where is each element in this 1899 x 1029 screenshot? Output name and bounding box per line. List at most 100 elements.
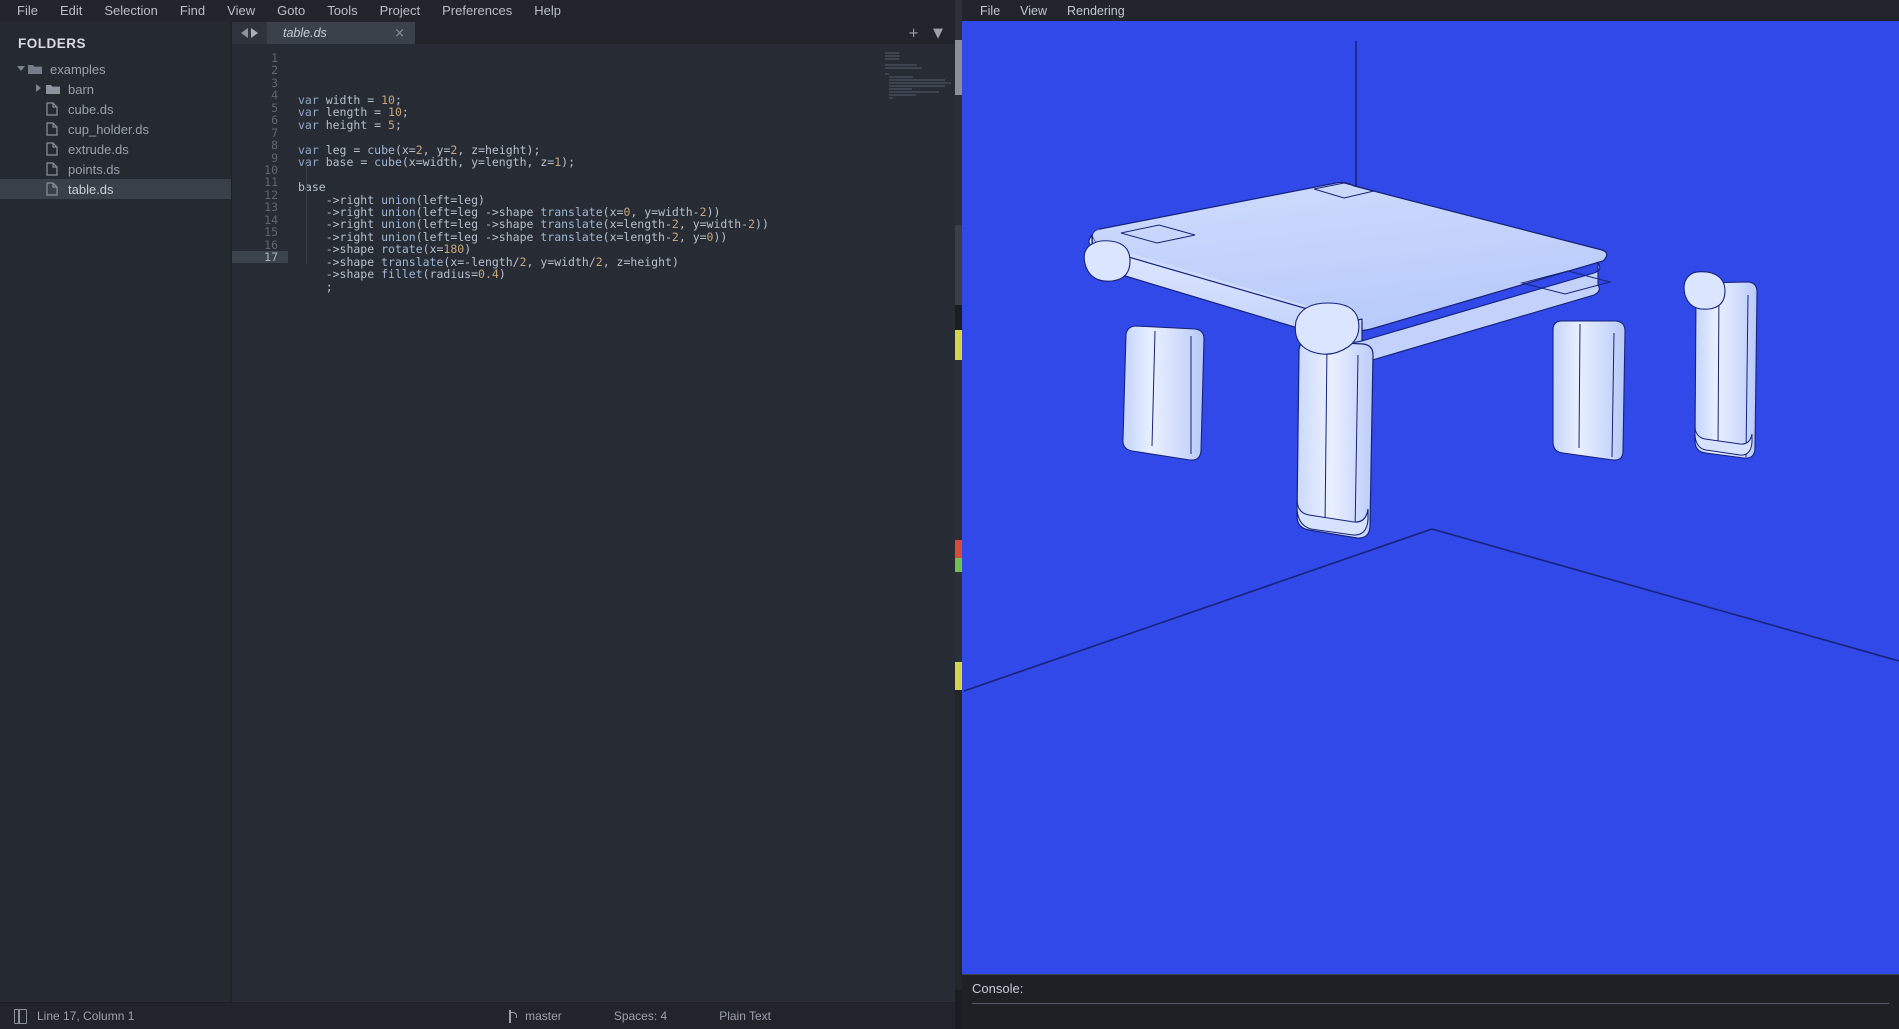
code-line[interactable]: ->shape fillet(radius=0.4) (288, 268, 955, 280)
menu-item-edit[interactable]: Edit (49, 0, 93, 22)
tab-bar-filler (415, 22, 896, 44)
close-icon[interactable]: × (394, 27, 405, 40)
code-content[interactable]: var width = 10;var length = 10;var heigh… (288, 44, 955, 1002)
divider-segment (955, 360, 962, 540)
status-right: master Spaces: 4 Plain Text (507, 1009, 941, 1023)
tab-actions: + ▼ (896, 22, 955, 44)
tree-item-table-ds[interactable]: table.ds (0, 179, 231, 199)
menu-item-tools[interactable]: Tools (316, 0, 368, 22)
editor-body: FOLDERS examples barn cube.dscup_holder.ds… (0, 22, 955, 1002)
folder-icon (46, 83, 60, 95)
back-arrow-icon[interactable] (241, 28, 248, 38)
menu-item-file[interactable]: File (6, 0, 49, 22)
twisty-spacer (32, 122, 46, 136)
tree-item-cube-ds[interactable]: cube.ds (0, 99, 231, 119)
line-number: 12 (232, 189, 288, 201)
tree-item-label: barn (64, 82, 94, 97)
forward-arrow-icon[interactable] (251, 28, 258, 38)
file-icon (46, 142, 58, 156)
syntax-setting[interactable]: Plain Text (719, 1009, 771, 1023)
branch-indicator[interactable]: master (507, 1009, 562, 1023)
status-left: Line 17, Column 1 (14, 1009, 134, 1024)
minimap-line (889, 79, 945, 81)
minimap[interactable] (885, 52, 955, 96)
menu-item-help[interactable]: Help (523, 0, 572, 22)
minimap-line (889, 85, 946, 87)
tab-label: table.ds (283, 26, 327, 40)
menu-item-selection[interactable]: Selection (93, 0, 168, 22)
divider-segment (955, 225, 962, 305)
tree-item-label: extrude.ds (64, 142, 129, 157)
line-number: 3 (232, 77, 288, 89)
chevron-right-icon[interactable] (32, 82, 46, 96)
minimap-line (889, 94, 917, 96)
menu-item-goto[interactable]: Goto (266, 0, 316, 22)
file-icon (46, 182, 58, 196)
menu-item-project[interactable]: Project (369, 0, 431, 22)
console-divider (972, 1003, 1889, 1004)
tree-item-examples[interactable]: examples (0, 59, 231, 79)
minimap-line (889, 88, 912, 90)
grid-axes (964, 41, 1899, 691)
divider-segment (955, 330, 962, 360)
folder-open-icon (28, 63, 46, 75)
tree-item-barn[interactable]: barn (0, 79, 231, 99)
minimap-line (889, 76, 914, 78)
code-line[interactable]: ; (288, 281, 955, 293)
cursor-position: Line 17, Column 1 (37, 1009, 134, 1023)
divider-segment (955, 572, 962, 662)
add-tab-icon[interactable]: + (908, 27, 919, 40)
line-number: 14 (232, 214, 288, 226)
menu-item-preferences[interactable]: Preferences (431, 0, 523, 22)
minimap-line (889, 97, 894, 99)
table-model[interactable] (962, 21, 1899, 974)
viewer-menu-item-view[interactable]: View (1010, 2, 1057, 20)
file-icon (46, 142, 64, 156)
chevron-down-icon[interactable]: ▼ (933, 27, 943, 40)
line-number: 16 (232, 239, 288, 251)
table-leg-front-left (1297, 341, 1373, 538)
minimap-line (885, 67, 922, 69)
viewport-3d[interactable] (962, 21, 1899, 974)
chevron-down-icon[interactable] (14, 62, 28, 76)
code-line[interactable]: var base = cube(x=width, y=length, z=1); (288, 156, 955, 168)
menu-item-find[interactable]: Find (169, 0, 216, 22)
tree-item-label: table.ds (64, 182, 114, 197)
line-number: 1 (232, 52, 288, 64)
tab-table-ds[interactable]: table.ds × (267, 22, 415, 44)
line-number: 13 (232, 201, 288, 213)
editor-pane: File Edit Selection Find View Goto Tools… (0, 0, 955, 1029)
file-tree: examples barn cube.dscup_holder.ds extrude.… (0, 59, 231, 199)
code-line[interactable]: var height = 5; (288, 119, 955, 131)
code-editor[interactable]: 1234567891011121314151617 var width = 10… (232, 44, 955, 1002)
sidebar-toggle-icon[interactable] (14, 1009, 27, 1024)
table-leg-back-left (1123, 326, 1204, 460)
pane-divider[interactable] (955, 0, 962, 1029)
code-line[interactable] (288, 169, 955, 181)
divider-segment (955, 690, 962, 990)
menu-item-view[interactable]: View (216, 0, 266, 22)
line-number: 5 (232, 102, 288, 114)
tree-item-extrude-ds[interactable]: extrude.ds (0, 139, 231, 159)
console-label: Console: (972, 981, 1889, 996)
console-panel[interactable]: Console: (962, 974, 1899, 1029)
line-number: 4 (232, 89, 288, 101)
minimap-line (885, 52, 899, 54)
tree-item-label: points.ds (64, 162, 120, 177)
folders-header: FOLDERS (0, 32, 231, 59)
viewer-menu-item-file[interactable]: File (970, 2, 1010, 20)
indentation-setting[interactable]: Spaces: 4 (614, 1009, 667, 1023)
minimap-line (889, 82, 951, 84)
branch-label: master (525, 1009, 562, 1023)
menu-bar: File Edit Selection Find View Goto Tools… (0, 0, 955, 22)
tab-bar: table.ds × + ▼ (232, 22, 955, 44)
code-line[interactable] (288, 293, 955, 305)
folder-icon (46, 83, 64, 95)
viewer-menu-bar: File View Rendering (962, 0, 1899, 21)
tree-item-cup-holder-ds[interactable]: cup_holder.ds (0, 119, 231, 139)
tab-nav-buttons[interactable] (232, 22, 267, 44)
viewer-menu-item-rendering[interactable]: Rendering (1057, 2, 1135, 20)
file-icon (46, 102, 64, 116)
file-icon (46, 122, 64, 136)
tree-item-points-ds[interactable]: points.ds (0, 159, 231, 179)
